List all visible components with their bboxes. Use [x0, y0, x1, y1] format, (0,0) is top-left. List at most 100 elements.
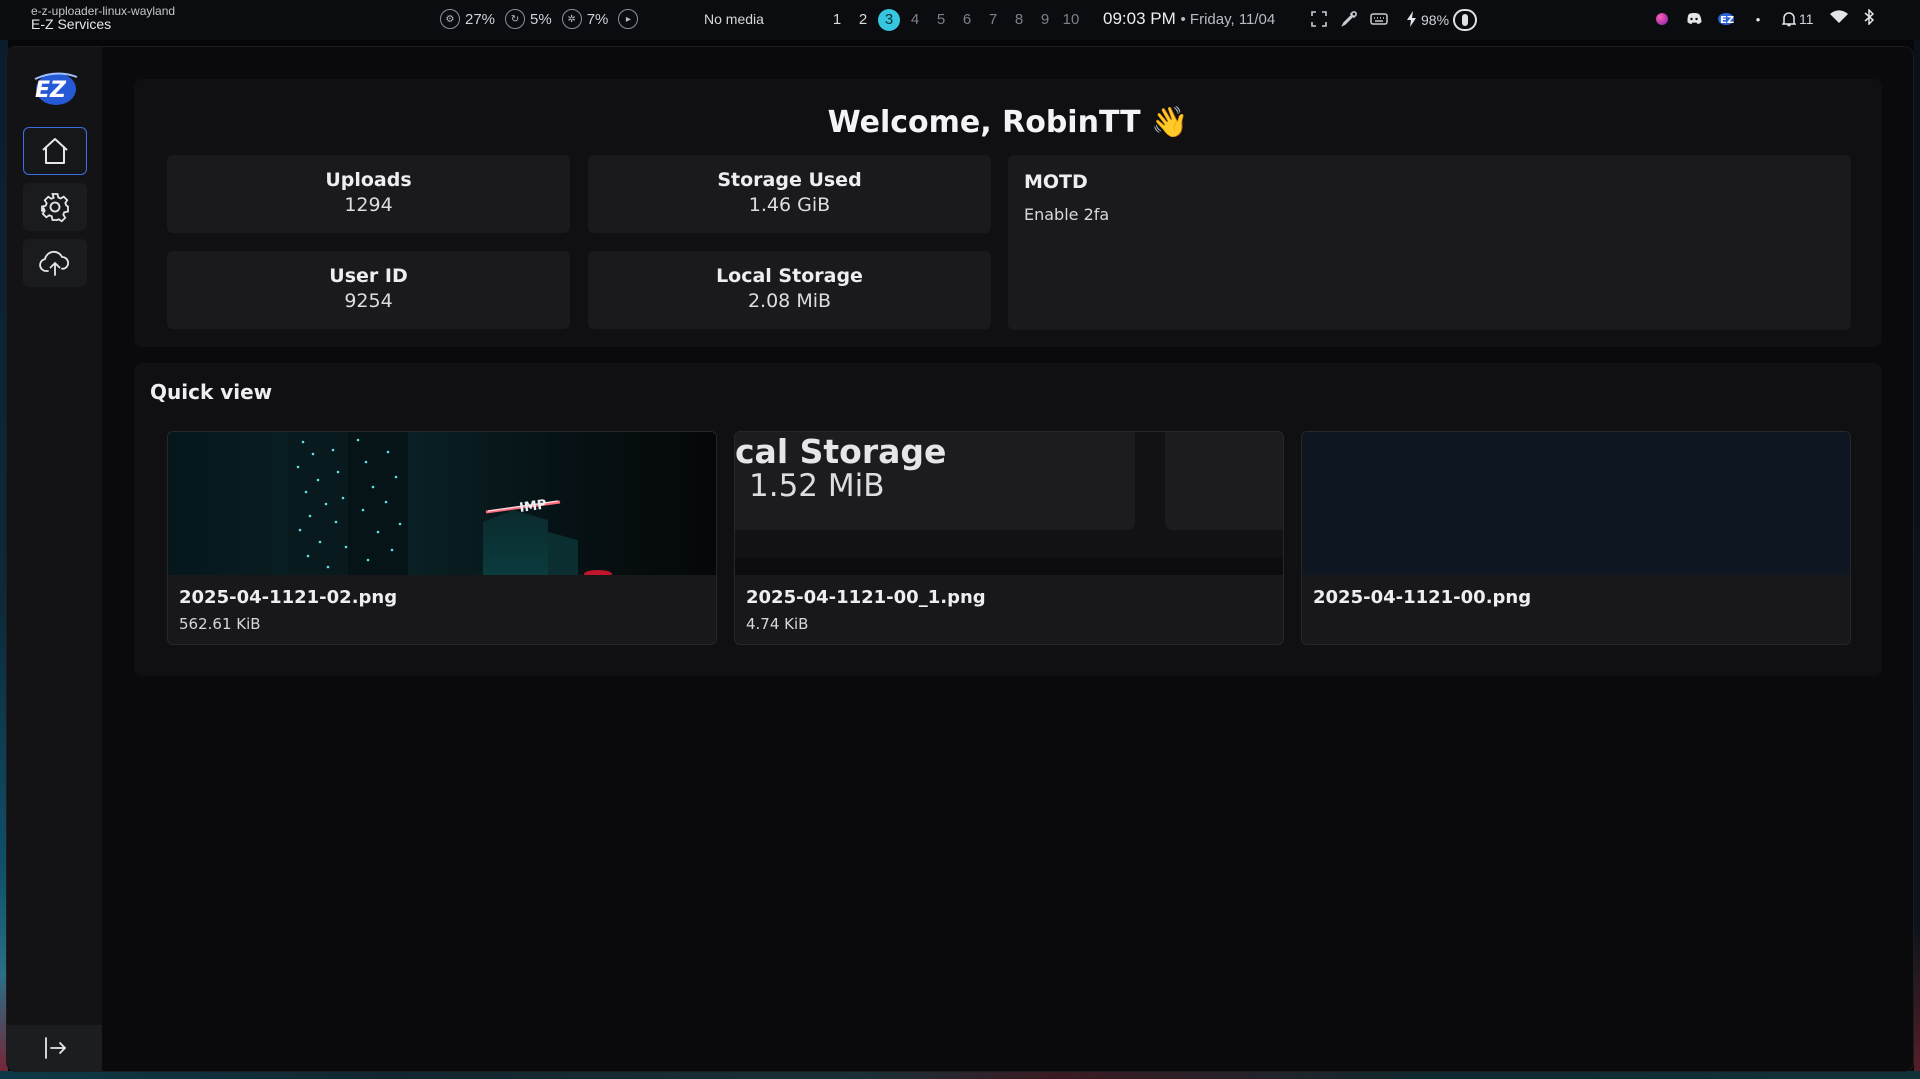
system-tray: EZ •	[1652, 9, 1768, 29]
thumbnail-card-preview	[1165, 432, 1283, 530]
discord-icon[interactable]	[1684, 9, 1704, 29]
notification-count: 11	[1799, 10, 1814, 27]
ez-tray-icon[interactable]: EZ	[1716, 9, 1736, 29]
cpu-value: 27%	[465, 10, 496, 28]
memory-icon: ↻	[505, 9, 526, 29]
quick-view-title: Quick view	[150, 380, 273, 404]
workspace-1[interactable]: 1	[824, 9, 850, 31]
svg-text:EZ: EZ	[1720, 15, 1734, 26]
user-id-value: 9254	[344, 290, 393, 312]
screenshot-region-icon[interactable]	[1310, 10, 1328, 28]
media-status[interactable]: No media	[704, 11, 764, 27]
logout-icon	[44, 1037, 66, 1059]
charging-icon	[1407, 10, 1417, 30]
file-thumbnail	[1302, 432, 1850, 575]
file-size: 4.74 KiB	[746, 615, 809, 633]
file-card[interactable]: 2025-04-1121-00.png	[1301, 431, 1851, 645]
tray-small-dot-icon[interactable]: •	[1748, 9, 1768, 29]
notifications[interactable]: 11	[1782, 11, 1814, 27]
workspace-8[interactable]: 8	[1006, 9, 1032, 31]
workspace-switcher: 1 2 3 4 5 6 7 8 9 10	[824, 9, 1084, 31]
file-size: 562.61 KiB	[179, 615, 261, 633]
workspace-5[interactable]: 5	[928, 9, 954, 31]
welcome-heading: Welcome, RobinTT 👋	[827, 105, 1189, 140]
svg-text:IMP: IMP	[518, 497, 547, 516]
nav-settings-button[interactable]	[23, 183, 87, 231]
tray-app-dot-icon[interactable]	[1652, 9, 1672, 29]
file-card[interactable]: IMP 2025-04-1121-02.png 562.61 KiB	[167, 431, 717, 645]
status-icons: 11	[1782, 8, 1874, 28]
app-window: EZ Welcome, RobinTT 👋 Uploads 1294 Stora…	[6, 46, 1914, 1072]
file-name: 2025-04-1121-00.png	[1313, 587, 1532, 608]
workspace-9[interactable]: 9	[1032, 9, 1058, 31]
bluetooth-icon[interactable]	[1864, 8, 1874, 28]
memory-value: 5%	[530, 10, 552, 28]
local-storage-value: 2.08 MiB	[747, 290, 832, 312]
motd-card: MOTD Enable 2fa	[1008, 155, 1851, 330]
temp-icon: ✲	[561, 9, 582, 29]
thumbnail-text-value: 1.52 MiB	[749, 468, 885, 504]
memory-stat[interactable]: ↻ 5%	[505, 9, 552, 29]
workspace-2[interactable]: 2	[850, 9, 876, 31]
storage-used-label: Storage Used	[717, 169, 862, 191]
thumbnail-band	[735, 557, 1283, 575]
active-window-title: E-Z Services	[31, 16, 112, 32]
dashboard-panel: Welcome, RobinTT 👋 Uploads 1294 Storage …	[134, 79, 1882, 347]
user-id-card: User ID 9254	[167, 251, 570, 329]
storage-used-value: 1.46 GiB	[748, 194, 831, 216]
uploads-card: Uploads 1294	[167, 155, 570, 233]
cpu-stat[interactable]: ⚙ 27%	[440, 9, 495, 29]
user-id-label: User ID	[329, 265, 408, 287]
workspace-3-label: 3	[878, 9, 900, 31]
color-picker-icon[interactable]	[1340, 10, 1358, 28]
file-name: 2025-04-1121-00_1.png	[746, 587, 986, 608]
clock-date: • Friday, 11/04	[1180, 11, 1276, 28]
workspace-3[interactable]: 3	[876, 9, 902, 31]
motd-text: Enable 2fa	[1024, 205, 1110, 224]
home-icon	[42, 138, 68, 164]
gear-icon	[41, 193, 69, 223]
main-content: Welcome, RobinTT 👋 Uploads 1294 Storage …	[102, 47, 1913, 1071]
wallpaper-bottom-edge	[0, 1071, 1920, 1079]
svg-text:EZ: EZ	[35, 78, 67, 103]
nav-home-button[interactable]	[23, 127, 87, 175]
workspace-10[interactable]: 10	[1058, 9, 1084, 31]
uploads-value: 1294	[344, 194, 393, 216]
clock[interactable]: 09:03 PM • Friday, 11/04	[1103, 9, 1275, 29]
cloud-upload-icon	[39, 250, 70, 276]
file-name: 2025-04-1121-02.png	[179, 587, 398, 608]
battery-indicator[interactable]: 98%	[1407, 9, 1478, 31]
local-storage-label: Local Storage	[716, 265, 863, 287]
nav-upload-button[interactable]	[23, 239, 87, 287]
active-window-info: e-z-uploader-linux-wayland E-Z Services	[31, 5, 175, 32]
top-bar: e-z-uploader-linux-wayland E-Z Services …	[0, 0, 1920, 40]
keyboard-icon[interactable]	[1370, 10, 1388, 28]
file-thumbnail: IMP	[168, 432, 716, 575]
ez-logo-icon: EZ	[29, 67, 79, 107]
file-card[interactable]: cal Storage 1.52 MiB 2025-04-1121-00_1.p…	[734, 431, 1284, 645]
bell-icon	[1782, 11, 1796, 26]
system-stats: ⚙ 27% ↻ 5% ✲ 7% ▸	[440, 9, 639, 29]
sidebar: EZ	[7, 47, 102, 1071]
quick-view-panel: Quick view IMP 2025-04-1121-02.png 562.6…	[134, 363, 1882, 676]
temp-value: 7%	[586, 10, 609, 28]
local-storage-card: Local Storage 2.08 MiB	[588, 251, 991, 329]
wallpaper-right-edge	[1914, 40, 1920, 1079]
clock-time: 09:03 PM	[1103, 9, 1176, 28]
workspace-6[interactable]: 6	[954, 9, 980, 31]
play-icon[interactable]: ▸	[618, 9, 639, 29]
storage-used-card: Storage Used 1.46 GiB	[588, 155, 991, 233]
wifi-icon[interactable]	[1829, 10, 1848, 27]
file-thumbnail: cal Storage 1.52 MiB	[735, 432, 1283, 575]
cpu-icon: ⚙	[440, 9, 460, 29]
temp-stat[interactable]: ✲ 7%	[561, 9, 609, 29]
motd-label: MOTD	[1024, 171, 1088, 193]
quick-tools	[1310, 10, 1388, 28]
workspace-4[interactable]: 4	[902, 9, 928, 31]
logout-button[interactable]	[7, 1025, 102, 1071]
thumbnail-text-title: cal Storage	[735, 432, 947, 471]
battery-value: 98%	[1421, 12, 1450, 28]
workspace-7[interactable]: 7	[980, 9, 1006, 31]
battery-icon	[1453, 9, 1478, 31]
uploads-label: Uploads	[325, 169, 412, 191]
